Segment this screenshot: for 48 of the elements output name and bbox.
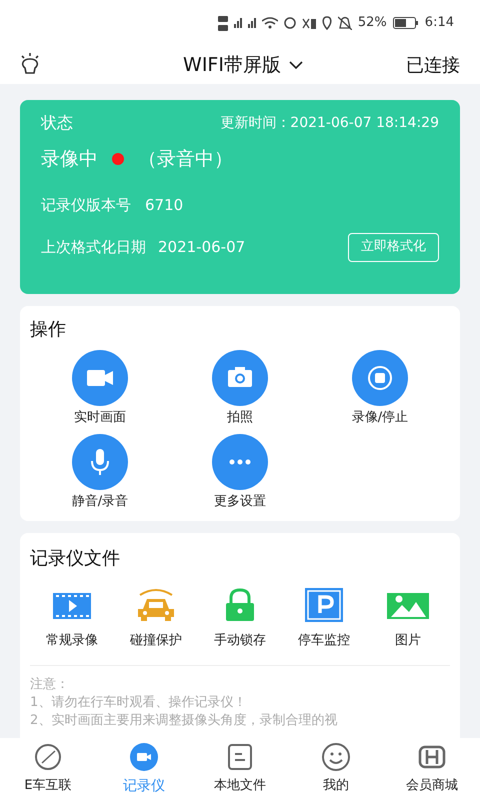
parking-sign-icon (302, 587, 346, 623)
battery-percentage: 52% (358, 14, 387, 32)
connection-status: 已连接 (406, 54, 460, 78)
version-label: 记录仪版本号 (41, 195, 131, 216)
operation-button[interactable]: 拍照 (170, 350, 310, 428)
chevron-down-icon (288, 61, 303, 69)
signal-icon (234, 18, 242, 28)
note-text: 1、请勿在行车时观看、操作记录仪！ (30, 694, 248, 712)
file-category-button[interactable]: 图片 (366, 587, 450, 650)
wifi-icon (262, 17, 278, 29)
camera-icon (212, 350, 268, 406)
format-date: 2021-06-07 (158, 236, 246, 258)
stop-icon (352, 350, 408, 406)
tab-bar-item[interactable]: 本地文件 (192, 738, 288, 800)
video-camera-icon (129, 742, 159, 772)
audio-status: （录音中） (138, 146, 233, 172)
tab-bar-item[interactable]: E车互联 (0, 738, 96, 800)
file-category-button[interactable]: 碰撞保护 (114, 587, 198, 650)
operation-button[interactable]: 更多设置 (170, 434, 310, 511)
operation-button[interactable]: 静音/录音 (30, 434, 170, 511)
microphone-icon (72, 434, 128, 490)
operation-button[interactable]: 实时画面 (30, 350, 170, 428)
operation-button[interactable]: 录像/停止 (310, 350, 450, 428)
bell-muted-icon (338, 16, 352, 30)
device-selector[interactable]: WIFI带屏版 (183, 50, 303, 80)
tab-bar-item[interactable]: 我的 (288, 738, 384, 800)
file-category-button[interactable]: 常规录像 (30, 587, 114, 650)
file-category-button[interactable]: 停车监控 (282, 587, 366, 650)
battery-icon (392, 17, 419, 29)
document-icon (225, 742, 255, 772)
section-title: 操作 (30, 318, 67, 340)
status-label: 状态 (41, 112, 73, 134)
note-text: 2、实时画面主要用来调整摄像头角度，录制合理的视 (30, 712, 338, 730)
more-icon (212, 434, 268, 490)
section-title: 记录仪文件 (30, 547, 121, 569)
tab-bar-item[interactable]: 会员商城 (384, 738, 480, 800)
note-text: 注意： (30, 676, 70, 694)
file-category-button[interactable]: 手动锁存 (198, 587, 282, 650)
signal-icon (248, 18, 256, 28)
format-date-label: 上次格式化日期 (41, 236, 146, 258)
version-number: 6710 (145, 195, 184, 216)
lightbulb-icon[interactable] (20, 53, 40, 77)
location-icon (322, 16, 332, 30)
clock-time: 6:14 (424, 14, 454, 32)
video-camera-icon (72, 350, 128, 406)
recording-status: 录像中 (41, 146, 98, 172)
update-time: 更新时间：2021-06-07 18:14:29 (220, 114, 439, 132)
smiley-icon (321, 742, 351, 772)
